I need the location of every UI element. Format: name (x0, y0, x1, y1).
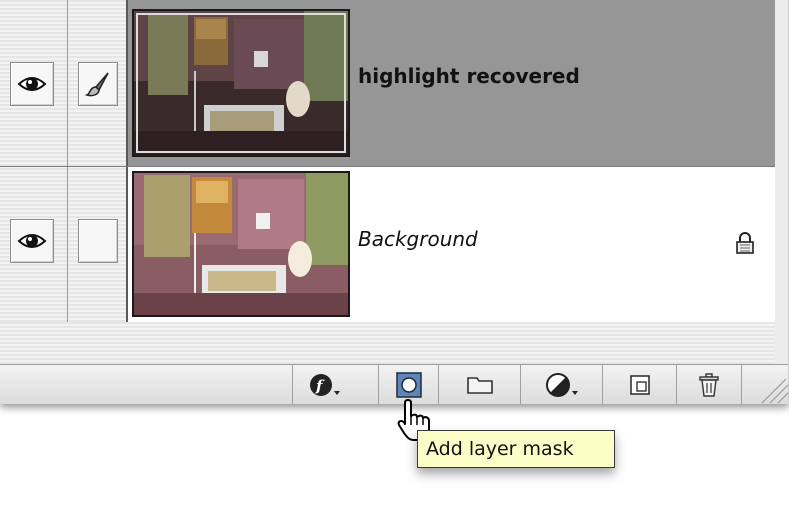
layer-row-background[interactable]: Background (0, 166, 775, 322)
link-column (68, 167, 128, 322)
layer-name[interactable]: highlight recovered (358, 64, 580, 88)
bathroom-photo-thumbnail (134, 173, 348, 315)
layer-link-toggle[interactable] (78, 219, 118, 263)
resize-grip-icon (761, 378, 788, 404)
trash-icon (699, 373, 719, 397)
tooltip: Add layer mask (417, 430, 615, 468)
delete-layer-button[interactable] (676, 365, 741, 404)
layer-style-icon: f (309, 374, 340, 396)
layer-content[interactable]: highlight recovered (128, 0, 775, 166)
layers-toolbar: f (0, 364, 788, 404)
layer-name[interactable]: Background (358, 227, 478, 251)
new-layer-icon (629, 375, 650, 395)
layer-row-highlight-recovered[interactable]: highlight recovered (0, 0, 775, 166)
bathroom-photo-thumbnail (134, 11, 348, 155)
layer-style-button[interactable]: f (292, 365, 356, 404)
brush-icon (84, 72, 109, 97)
adjustment-layer-icon (545, 373, 578, 397)
visibility-column (0, 167, 68, 322)
lock-icon (736, 232, 754, 254)
stage: highlight recovered Background f Add lay… (0, 0, 789, 506)
new-layer-button[interactable] (602, 365, 676, 404)
resize-grip[interactable] (741, 365, 788, 404)
new-group-button[interactable] (438, 365, 520, 404)
layers-empty-area (0, 322, 775, 364)
layer-thumbnail (132, 171, 350, 317)
layer-thumbnail (132, 9, 350, 157)
folder-icon (466, 377, 493, 394)
adjustment-layer-button[interactable] (520, 365, 602, 404)
eye-icon (17, 234, 47, 248)
visibility-column (0, 0, 68, 166)
link-column (68, 0, 128, 166)
layers-panel: highlight recovered Background f (0, 0, 789, 404)
layer-link-toggle[interactable] (78, 62, 118, 106)
visibility-toggle[interactable] (10, 62, 54, 106)
eye-icon (17, 77, 47, 91)
visibility-toggle[interactable] (10, 219, 54, 263)
layer-content[interactable]: Background (128, 167, 775, 322)
add-layer-mask-icon (395, 372, 422, 398)
